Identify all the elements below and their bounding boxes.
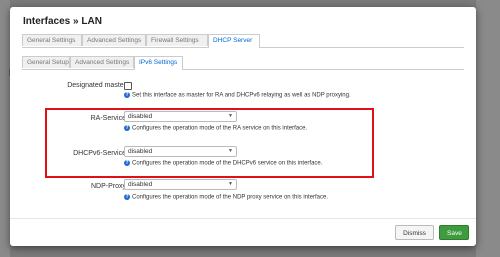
save-button[interactable]: Save <box>439 225 469 240</box>
designated-master-label: Designated master <box>67 82 126 89</box>
subtab-advanced-settings[interactable]: Advanced Settings <box>70 56 134 68</box>
interface-settings-dialog: Interfaces » LAN General Settings Advanc… <box>10 7 476 246</box>
tab-firewall-settings[interactable]: Firewall Settings <box>146 34 208 46</box>
ndp-proxy-help: ? Configures the operation mode of the ND… <box>124 194 328 201</box>
help-icon: ? <box>124 92 130 98</box>
subtab-ipv6-settings[interactable]: IPv6 Settings <box>134 56 183 70</box>
subtab-general-setup[interactable]: General Setup <box>22 56 70 68</box>
dialog-title: Interfaces » LAN <box>23 16 102 27</box>
tab-general-settings[interactable]: General Settings <box>22 34 82 46</box>
background-page-right <box>476 0 500 257</box>
help-icon: ? <box>124 194 130 200</box>
designated-master-help: ? Set this interface as master for RA and… <box>124 92 351 99</box>
main-tabs: General Settings Advanced Settings Firew… <box>22 34 464 48</box>
designated-master-checkbox[interactable] <box>124 82 132 90</box>
tab-advanced-settings[interactable]: Advanced Settings <box>82 34 146 46</box>
ndp-proxy-select[interactable]: disabled ▼ <box>124 179 237 190</box>
chevron-down-icon: ▼ <box>228 181 233 187</box>
ndp-proxy-label: NDP-Proxy <box>90 183 126 190</box>
sub-tabs: General Setup Advanced Settings IPv6 Set… <box>22 56 464 70</box>
footer-divider <box>10 218 476 219</box>
highlight-box <box>45 108 374 178</box>
dismiss-button[interactable]: Dismiss <box>395 225 434 240</box>
background-page-left <box>0 0 10 257</box>
tab-dhcp-server[interactable]: DHCP Server <box>208 34 260 48</box>
